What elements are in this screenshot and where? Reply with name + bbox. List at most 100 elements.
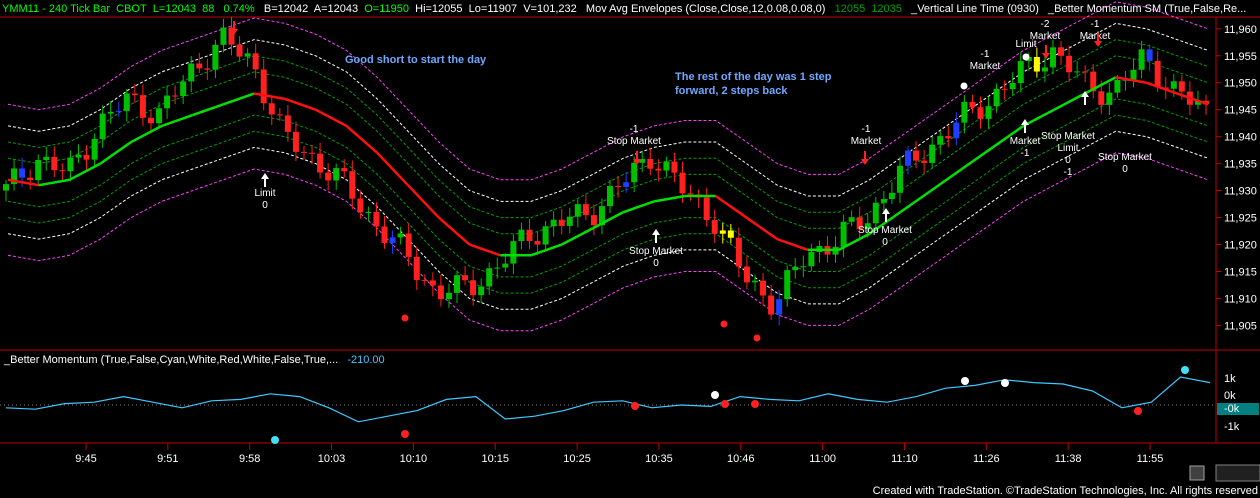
moving-average-segment	[530, 243, 563, 257]
candle-body	[631, 162, 638, 183]
candle-body	[75, 154, 82, 158]
candle-body	[357, 198, 364, 213]
moving-average-segment	[130, 124, 163, 144]
moving-average-segment	[222, 92, 255, 106]
y-tick-label: 11,955	[1224, 51, 1257, 63]
candle-body	[236, 44, 243, 57]
candle-body	[139, 95, 146, 118]
candle-body	[470, 280, 477, 296]
candle-body	[405, 233, 412, 257]
candle-body	[1082, 71, 1089, 73]
candle-body	[945, 136, 952, 139]
moving-average-segment	[407, 184, 440, 219]
moving-average-segment	[714, 194, 748, 219]
candle-body	[252, 53, 259, 70]
candle-body	[953, 122, 960, 139]
order-label: -1	[862, 124, 871, 135]
order-label: -1	[1021, 148, 1030, 159]
order-label: -1	[1091, 19, 1100, 30]
trade-arrow-head	[1021, 119, 1029, 125]
candle-body	[1017, 61, 1024, 83]
candle-body	[977, 107, 984, 119]
candle-body	[679, 172, 686, 194]
moving-average-segment	[1084, 76, 1117, 95]
candle-body	[1074, 71, 1081, 73]
moving-average-segment	[1022, 108, 1055, 127]
candle-body	[462, 275, 469, 281]
candle-body	[27, 177, 34, 181]
moving-average-segment	[653, 194, 686, 203]
candle-body	[969, 101, 976, 108]
moving-average-segment	[68, 162, 101, 181]
candle-body	[526, 229, 533, 242]
candle-body	[1066, 55, 1073, 73]
candle-body	[156, 108, 163, 124]
candle-body	[784, 270, 791, 300]
order-label: 0	[653, 258, 659, 269]
candle-body	[67, 157, 74, 172]
candle-body	[671, 161, 678, 173]
study-vline-label: _Vertical Line Time (0930)	[911, 3, 1039, 15]
candle-body	[1154, 60, 1161, 88]
trade-arrow-head	[882, 208, 890, 214]
candle-body	[534, 241, 541, 245]
trade-arrow-head	[1094, 41, 1102, 47]
candle-body	[518, 229, 525, 242]
order-label: 0	[1065, 155, 1071, 166]
y-tick-label: 11,910	[1224, 293, 1257, 305]
candle-body	[107, 111, 114, 114]
candle-body	[542, 226, 549, 245]
candle-body	[317, 153, 324, 173]
y-tick-label: 11,960	[1224, 24, 1257, 36]
candle-body	[437, 285, 444, 300]
moving-average-segment	[561, 227, 594, 246]
candle-body	[341, 168, 348, 172]
candle-body	[164, 95, 171, 109]
candle-body	[840, 221, 847, 247]
momentum-marker	[961, 377, 969, 385]
candle-body	[1098, 91, 1105, 105]
momentum-line	[5, 376, 1211, 423]
candle-body	[478, 286, 485, 296]
order-label: Market	[970, 61, 1001, 72]
candle-body	[1130, 69, 1137, 80]
high-price: Hi=12055	[415, 3, 463, 15]
candle-body	[607, 186, 614, 207]
candle-body	[147, 117, 154, 124]
candle-body	[751, 280, 758, 283]
last-price: L=12043	[152, 3, 196, 15]
candle-body	[510, 241, 517, 264]
moving-average-segment	[345, 124, 379, 154]
x-tick-label: 9:51	[157, 453, 178, 465]
order-label: Stop Market	[607, 136, 661, 147]
candle-body	[188, 63, 195, 82]
candle-body	[1146, 49, 1153, 61]
candle-body	[131, 93, 138, 96]
candle-body	[349, 171, 356, 199]
candle-body	[381, 226, 388, 243]
candle-body	[486, 268, 493, 287]
momentum-marker	[631, 402, 639, 410]
candle-body	[413, 256, 420, 280]
candle-body	[743, 266, 750, 283]
candle-body	[19, 168, 26, 178]
candle-body	[172, 95, 179, 97]
order-label: -2	[1041, 19, 1050, 30]
candle-body	[83, 154, 90, 160]
signal-dot	[1022, 53, 1030, 61]
x-tick-label: 10:35	[645, 453, 673, 465]
momentum-marker	[1134, 407, 1142, 415]
moving-average-segment	[192, 103, 224, 117]
candle-body	[800, 266, 807, 268]
momentum-y-tick: -1k	[1224, 421, 1240, 433]
bid-price: B=12042	[263, 3, 309, 15]
candle-body	[421, 279, 428, 281]
candle-body	[985, 106, 992, 119]
candle-body	[719, 230, 726, 234]
candle-body	[905, 150, 912, 166]
candle-body	[429, 280, 436, 286]
candle-body	[929, 144, 936, 163]
x-tick-label: 10:46	[727, 453, 755, 465]
x-tick-label: 9:58	[239, 453, 260, 465]
candle-body	[292, 131, 299, 152]
